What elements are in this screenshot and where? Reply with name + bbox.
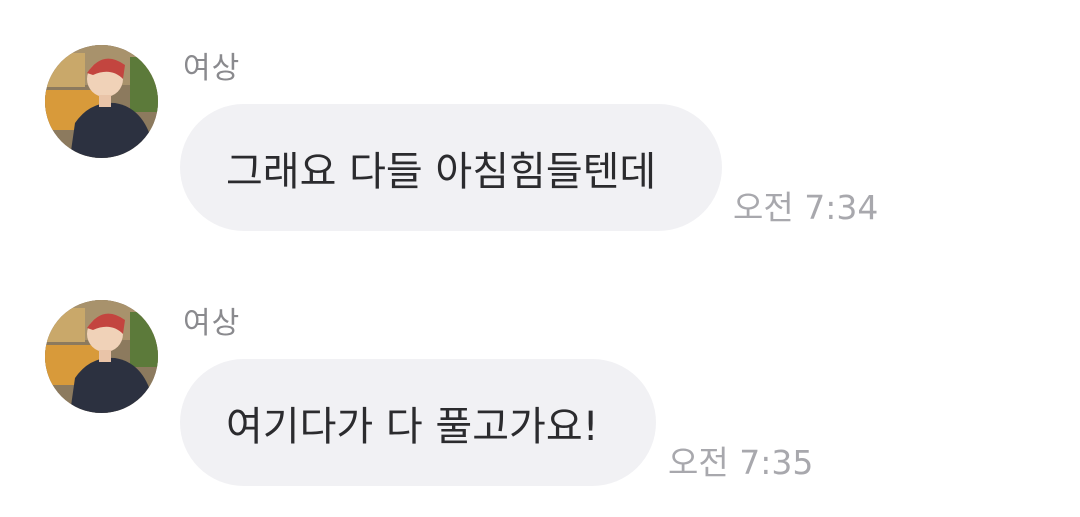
message-timestamp: 오전 7:34 [733,188,879,227]
profile-photo-icon [45,45,158,158]
message-bubble[interactable]: 그래요 다들 아침힘들텐데 [180,104,722,231]
avatar[interactable] [45,45,158,158]
sender-name: 여상 [183,51,241,86]
message-text: 여기다가 다 풀고가요! [226,403,599,450]
profile-photo-icon [45,300,158,413]
avatar[interactable] [45,300,158,413]
message-bubble[interactable]: 여기다가 다 풀고가요! [180,359,656,486]
chat-message: 여상 여기다가 다 풀고가요! 오전 7:35 [0,255,1080,486]
message-timestamp: 오전 7:35 [668,443,814,482]
chat-message: 여상 그래요 다들 아침힘들텐데 오전 7:34 [0,0,1080,231]
message-text: 그래요 다들 아침힘들텐데 [226,148,657,195]
sender-name: 여상 [183,306,241,341]
